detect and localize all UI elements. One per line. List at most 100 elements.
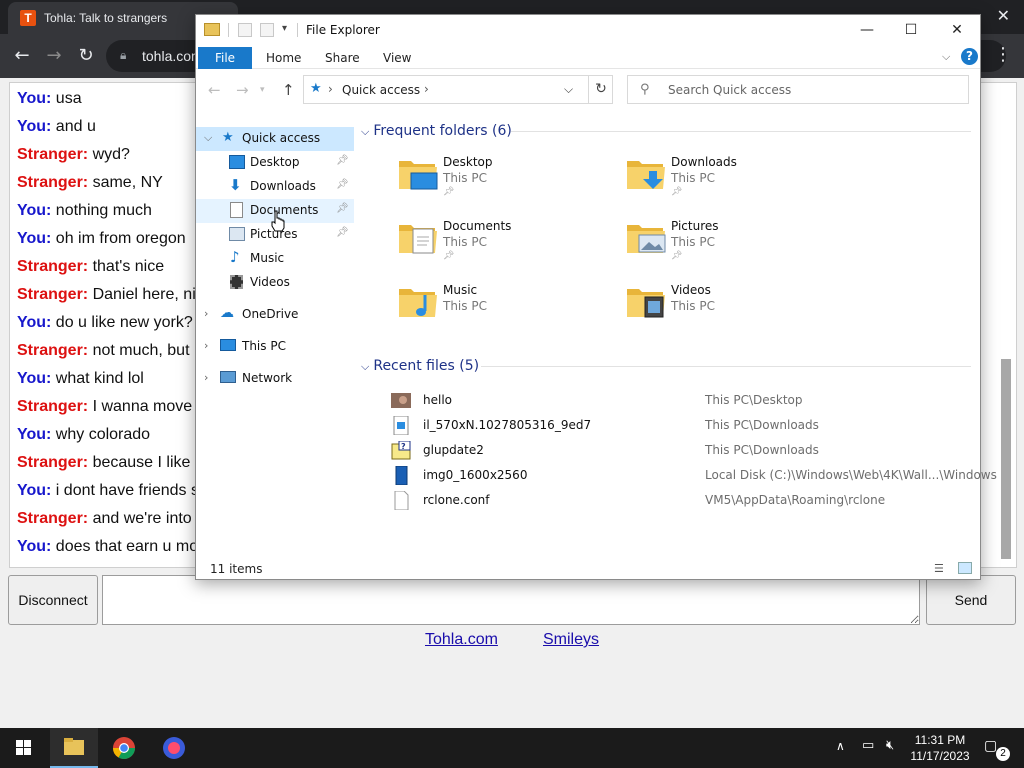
nav-this-pc[interactable]: › This PC xyxy=(196,335,354,359)
address-dropdown-icon[interactable]: ⌵ xyxy=(564,82,573,97)
start-windows-icon[interactable] xyxy=(0,728,48,768)
folder-tile-documents[interactable]: Documents This PC 📌︎ xyxy=(361,213,581,269)
close-icon[interactable]: ✕ xyxy=(934,19,980,41)
chat-message: You: does that earn u mo xyxy=(17,533,199,561)
expand-chevron-icon[interactable]: › xyxy=(204,307,208,320)
pin-icon[interactable]: 📌︎ xyxy=(671,251,682,261)
back-icon[interactable]: ← xyxy=(10,44,34,68)
folder-tile-desktop[interactable]: Desktop This PC 📌︎ xyxy=(361,149,581,205)
pin-icon[interactable]: 📌︎ xyxy=(336,203,349,214)
chat-speaker: Stranger: xyxy=(17,146,89,163)
explorer-ribbon: File Home Share View ⌵ ? xyxy=(196,45,980,69)
nav-onedrive[interactable]: › ☁ OneDrive xyxy=(196,303,354,327)
browser-close-icon[interactable]: ✕ xyxy=(997,6,1010,26)
minimize-icon[interactable]: — xyxy=(844,19,890,41)
ribbon-tab-home[interactable]: Home xyxy=(266,51,301,65)
pin-icon[interactable]: 📌︎ xyxy=(336,227,349,238)
pin-icon[interactable]: 📌︎ xyxy=(336,179,349,190)
ribbon-expand-icon[interactable]: ⌵ xyxy=(942,50,950,64)
properties-icon[interactable] xyxy=(238,23,252,37)
chat-message: Stranger: I wanna move xyxy=(17,393,199,421)
this-pc-icon xyxy=(220,339,236,351)
browser-menu-icon[interactable]: ⋮ xyxy=(994,44,1012,65)
item-count: 11 items xyxy=(210,562,263,576)
chat-text: not much, but I xyxy=(88,342,199,359)
section-title: Frequent folders (6) xyxy=(373,123,512,139)
folder-name: Desktop xyxy=(443,155,493,169)
recent-file-row[interactable]: il_570xN.1027805316_9ed7 This PC\Download… xyxy=(387,413,977,438)
folder-tile-downloads[interactable]: Downloads This PC 📌︎ xyxy=(589,149,809,205)
recent-file-row[interactable]: ? glupdate2 This PC\Downloads xyxy=(387,438,977,463)
folder-tile-pictures[interactable]: Pictures This PC 📌︎ xyxy=(589,213,809,269)
chat-message: Stranger: and we're into xyxy=(17,505,199,533)
volume-muted-icon[interactable]: 🔇︎ xyxy=(886,738,894,753)
document-icon xyxy=(230,202,243,218)
file-explorer-taskbar-icon[interactable] xyxy=(50,728,98,768)
smileys-link[interactable]: Smileys xyxy=(543,631,599,649)
explorer-title-bar[interactable]: ▾ File Explorer — ☐ ✕ xyxy=(196,15,980,45)
taskbar-clock[interactable]: 11:31 PM 11/17/2023 xyxy=(904,732,976,764)
recent-file-row[interactable]: hello This PC\Desktop xyxy=(387,388,977,413)
large-icons-view-icon[interactable] xyxy=(958,562,972,574)
breadcrumb-chevron-icon[interactable]: › xyxy=(328,82,333,96)
forward-icon[interactable]: → xyxy=(42,44,66,68)
details-view-icon[interactable]: ☰ xyxy=(934,562,944,575)
maximize-icon[interactable]: ☐ xyxy=(888,19,934,41)
expand-chevron-icon[interactable]: › xyxy=(204,339,208,352)
nav-quick-access[interactable]: ⌵ ★ Quick access xyxy=(196,127,354,151)
pin-icon[interactable]: 📌︎ xyxy=(443,251,454,261)
chat-scroll-thumb[interactable] xyxy=(1001,359,1011,559)
frequent-folders-header[interactable]: ⌵ Frequent folders (6) xyxy=(361,123,512,139)
ribbon-tab-view[interactable]: View xyxy=(383,51,411,65)
pin-icon[interactable]: 📌︎ xyxy=(336,155,349,166)
chat-message: Stranger: because I like xyxy=(17,449,199,477)
recent-file-row[interactable]: img0_1600x2560 Local Disk (C:)\Windows\We… xyxy=(387,463,997,488)
tohla-link[interactable]: Tohla.com xyxy=(425,631,498,649)
ribbon-tab-share[interactable]: Share xyxy=(325,51,360,65)
message-input[interactable] xyxy=(102,575,920,625)
collapse-chevron-icon[interactable]: ⌵ xyxy=(204,131,212,145)
folder-tile-music[interactable]: Music This PC xyxy=(361,277,581,333)
folder-tile-videos[interactable]: Videos This PC xyxy=(589,277,809,333)
disconnect-button[interactable]: Disconnect xyxy=(8,575,98,625)
collapse-chevron-icon[interactable]: ⌵ xyxy=(361,125,369,138)
show-hidden-icons-icon[interactable]: ∧ xyxy=(836,739,845,753)
recent-files-header[interactable]: ⌵ Recent files (5) xyxy=(361,358,479,374)
network-status-icon[interactable]: ▭ xyxy=(862,738,874,753)
reload-icon[interactable]: ↻ xyxy=(74,44,98,68)
ribbon-tab-file[interactable]: File xyxy=(198,47,252,69)
refresh-icon[interactable]: ↻ xyxy=(588,76,613,103)
chat-speaker: You: xyxy=(17,202,52,219)
pin-icon[interactable]: 📌︎ xyxy=(443,187,454,197)
breadcrumb-chevron-icon[interactable]: › xyxy=(424,82,429,96)
chat-scrollbar[interactable] xyxy=(1000,89,1012,563)
new-folder-icon[interactable] xyxy=(260,23,274,37)
recent-file-row[interactable]: rclone.conf VM5\AppData\Roaming\rclone xyxy=(387,488,977,513)
recent-locations-icon[interactable]: ▾ xyxy=(260,85,265,95)
folder-name: Videos xyxy=(671,283,711,297)
expand-chevron-icon[interactable]: › xyxy=(204,371,208,384)
hand-cursor-icon xyxy=(271,210,285,232)
up-arrow-icon[interactable]: ↑ xyxy=(282,81,295,99)
tohla-favicon-icon: T xyxy=(20,10,36,26)
collapse-chevron-icon[interactable]: ⌵ xyxy=(361,360,369,373)
nav-downloads[interactable]: ⬇ Downloads 📌︎ xyxy=(196,175,354,199)
chrome-taskbar-icon[interactable] xyxy=(100,728,148,768)
help-icon[interactable]: ? xyxy=(961,48,978,65)
explorer-nav-bar: ← → ▾ ↑ ★ › Quick access › ⌵ ↻ ⚲ Search … xyxy=(196,73,980,107)
nav-label: This PC xyxy=(242,339,286,353)
breadcrumb-quick-access[interactable]: Quick access xyxy=(342,83,420,97)
pin-icon[interactable]: 📌︎ xyxy=(671,187,682,197)
nav-music[interactable]: ♪ Music xyxy=(196,247,354,271)
nav-network[interactable]: › Network xyxy=(196,367,354,391)
gamepad-app-taskbar-icon[interactable] xyxy=(150,728,198,768)
explorer-address-bar[interactable]: ★ › Quick access › ⌵ ↻ xyxy=(303,75,613,104)
explorer-search-input[interactable]: ⚲ Search Quick access xyxy=(627,75,969,104)
send-button[interactable]: Send xyxy=(926,575,1016,625)
nav-desktop[interactable]: Desktop 📌︎ xyxy=(196,151,354,175)
file-name: hello xyxy=(423,393,452,407)
customize-toolbar-icon[interactable]: ▾ xyxy=(282,23,287,34)
nav-videos[interactable]: Videos xyxy=(196,271,354,295)
forward-arrow-icon[interactable]: → xyxy=(236,81,249,99)
back-arrow-icon[interactable]: ← xyxy=(208,81,221,99)
